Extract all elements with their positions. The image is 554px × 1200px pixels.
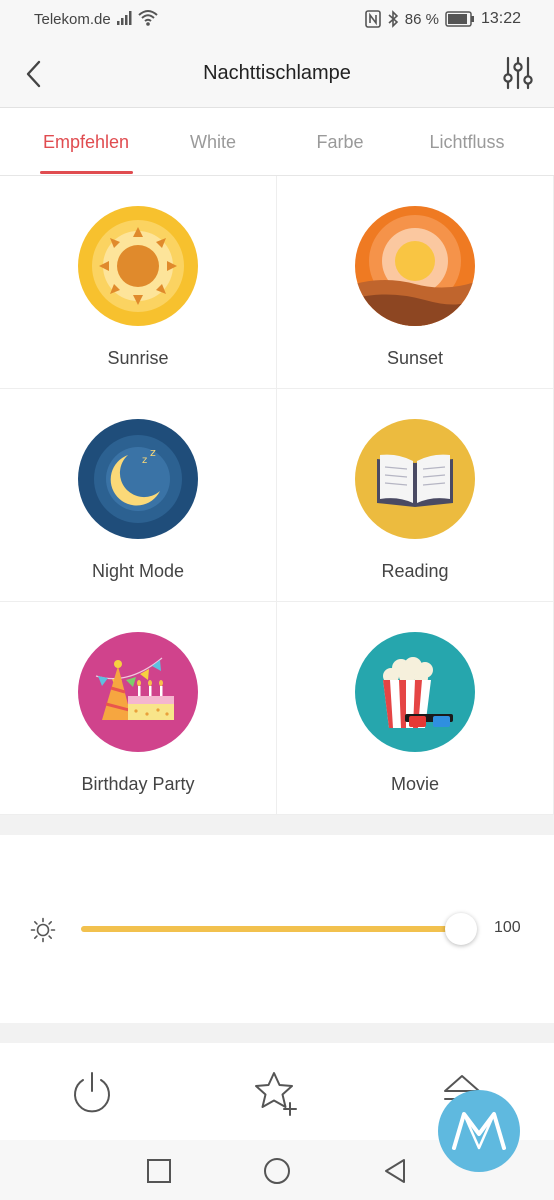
brightness-icon (30, 917, 56, 943)
watermark-logo-icon (452, 1112, 506, 1150)
signal-icon (117, 11, 132, 25)
scene-sunrise[interactable]: Sunrise (0, 176, 277, 389)
night-mode-icon: z z (78, 419, 198, 539)
tab-white[interactable]: White (149, 132, 277, 153)
bluetooth-icon (388, 10, 398, 28)
scene-grid: Sunrise Sunset z z Night Mode Reading Bi… (0, 176, 554, 815)
favorite-add-icon[interactable] (252, 1069, 300, 1117)
back-nav-icon[interactable] (380, 1156, 410, 1186)
carrier-name: Telekom.de (34, 11, 111, 28)
active-tab-indicator (40, 171, 133, 174)
brightness-slider[interactable] (81, 913, 477, 945)
movie-icon (355, 632, 475, 752)
scene-label: Sunset (386, 348, 444, 368)
battery-icon (445, 11, 474, 27)
sunrise-icon (78, 206, 198, 326)
tab-empfehlen[interactable]: Empfehlen (22, 132, 150, 153)
page-title: Nachttischlampe (203, 62, 351, 84)
reading-icon (355, 419, 475, 539)
battery-percent: 86 % (404, 10, 439, 28)
clock: 13:22 (480, 10, 521, 27)
scene-movie[interactable]: Movie (277, 602, 554, 815)
home-icon[interactable] (262, 1156, 292, 1186)
section-divider (0, 815, 554, 835)
nfc-icon (364, 10, 381, 28)
svg-text:z: z (150, 446, 156, 459)
wifi-icon (138, 10, 158, 26)
watermark-logo (438, 1090, 520, 1172)
scene-label: Movie (390, 774, 439, 794)
scene-night-mode[interactable]: z z Night Mode (0, 389, 277, 602)
scene-reading[interactable]: Reading (277, 389, 554, 602)
sliders-icon[interactable] (502, 56, 534, 90)
brightness-slider-thumb[interactable] (445, 913, 477, 945)
brightness-slider-fill (81, 926, 461, 932)
scene-sunset[interactable]: Sunset (277, 176, 554, 389)
scene-label: Reading (381, 561, 449, 581)
scene-label: Sunrise (107, 348, 169, 368)
tab-lichtfluss[interactable]: Lichtfluss (403, 132, 531, 153)
scene-label: Birthday Party (81, 774, 195, 794)
svg-text:z: z (142, 455, 147, 466)
brightness-panel: 100 (0, 835, 554, 1023)
power-icon[interactable] (68, 1069, 116, 1117)
app-bar: Nachttischlampe (0, 40, 554, 108)
scene-label: Night Mode (91, 561, 185, 581)
recents-icon[interactable] (144, 1156, 174, 1186)
tab-farbe[interactable]: Farbe (276, 132, 404, 153)
scene-birthday-party[interactable]: Birthday Party (0, 602, 277, 815)
sunset-icon (355, 206, 475, 326)
section-divider (0, 1023, 554, 1043)
tab-bar: Empfehlen White Farbe Lichtfluss (0, 108, 554, 176)
birthday-party-icon (78, 632, 198, 752)
brightness-value: 100 (494, 919, 521, 936)
status-bar: Telekom.de 86 % 13:22 (0, 0, 554, 40)
